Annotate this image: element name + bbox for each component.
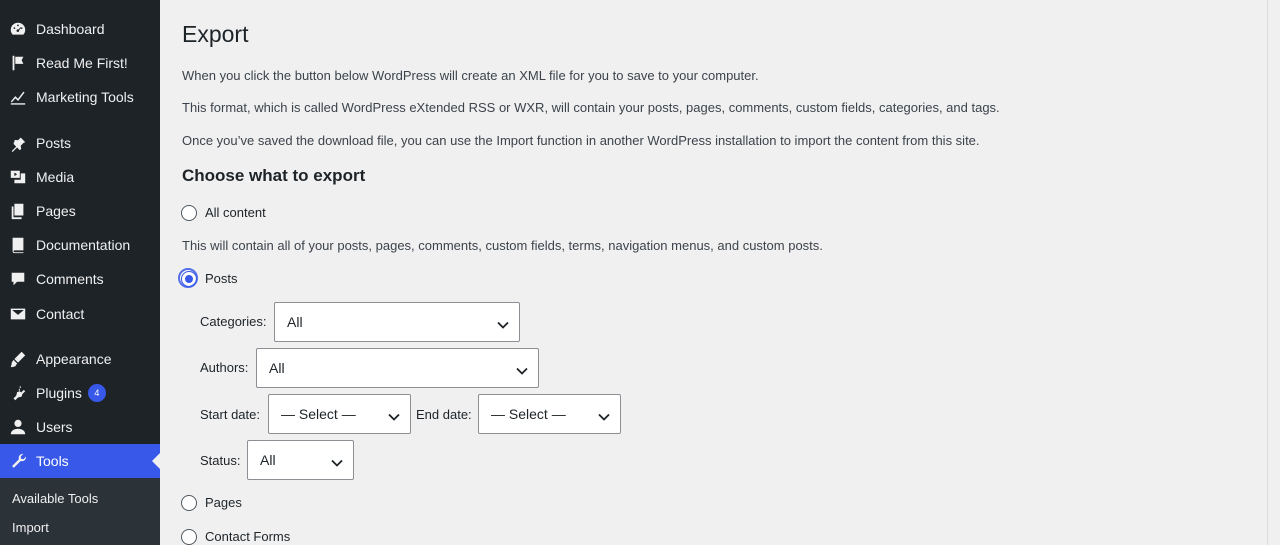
start-date-label: Start date: [200, 407, 260, 422]
sidebar-item-label: Appearance [36, 351, 112, 367]
flag-icon [8, 53, 28, 73]
posts-radio[interactable] [178, 268, 198, 288]
pages-radio[interactable] [181, 495, 197, 511]
update-count-badge: 4 [87, 384, 106, 402]
categories-select-value: All [287, 314, 303, 330]
end-date-label: End date: [416, 407, 472, 422]
sidebar-item-tools[interactable]: Tools [0, 444, 160, 478]
sidebar-item-label: Marketing Tools [36, 89, 134, 105]
section-title: Choose what to export [182, 166, 366, 185]
status-select-value: All [260, 452, 276, 468]
chevron-down-icon [497, 317, 509, 329]
sidebar-item-label: Users [36, 419, 73, 435]
dashboard-icon [8, 19, 28, 39]
sidebar-item-posts[interactable]: Posts [0, 126, 160, 160]
chevron-down-icon [331, 455, 343, 467]
all-content-description: This will contain all of your posts, pag… [182, 238, 823, 253]
all-content-radio[interactable] [181, 205, 197, 221]
sidebar-item-label: Dashboard [36, 21, 105, 37]
sidebar-item-label: Tools [36, 453, 69, 469]
chevron-down-icon [598, 409, 610, 421]
posts-label[interactable]: Posts [205, 271, 238, 286]
plugin-icon [8, 383, 28, 403]
submenu-item-available-tools[interactable]: Available Tools [12, 491, 98, 506]
mail-icon [8, 304, 28, 324]
chevron-down-icon [388, 409, 400, 421]
end-date-select-value: — Select — [491, 406, 566, 422]
sidebar-item-label: Plugins [36, 385, 82, 401]
sidebar-item-appearance[interactable]: Appearance [0, 342, 160, 376]
sidebar-item-label: Media [36, 169, 75, 185]
sidebar-item-label: Posts [36, 135, 72, 151]
book-icon [8, 235, 28, 255]
sidebar-item-label: Comments [36, 271, 104, 287]
admin-sidebar: Dashboard Read Me First! Marketing Tools… [0, 0, 160, 545]
pin-icon [8, 133, 28, 153]
start-date-select[interactable]: — Select — [268, 394, 411, 434]
pages-icon [8, 201, 28, 221]
end-date-select[interactable]: — Select — [478, 394, 621, 434]
all-content-label[interactable]: All content [205, 205, 266, 220]
sidebar-item-label: Pages [36, 203, 76, 219]
authors-select-value: All [269, 360, 285, 376]
authors-label: Authors: [200, 360, 249, 375]
submenu-item-import[interactable]: Import [12, 520, 49, 535]
contact-forms-label[interactable]: Contact Forms [205, 529, 290, 544]
status-select[interactable]: All [247, 440, 354, 480]
sidebar-item-read-me-first[interactable]: Read Me First! [0, 46, 160, 80]
pages-label[interactable]: Pages [205, 495, 242, 510]
sidebar-item-label: Documentation [36, 237, 131, 253]
chart-line-icon [8, 87, 28, 107]
authors-select[interactable]: All [256, 348, 539, 388]
sidebar-item-documentation[interactable]: Documentation [0, 228, 160, 262]
tools-submenu: Available Tools Import [0, 478, 160, 545]
sidebar-item-pages[interactable]: Pages [0, 194, 160, 228]
categories-label: Categories: [200, 314, 267, 329]
media-icon [8, 167, 28, 187]
categories-select[interactable]: All [274, 302, 520, 342]
intro-paragraph-2: This format, which is called WordPress e… [182, 100, 1000, 115]
user-icon [8, 417, 28, 437]
contact-forms-radio[interactable] [181, 529, 197, 545]
start-date-select-value: — Select — [281, 406, 356, 422]
vertical-scrollbar[interactable] [1267, 0, 1280, 545]
sidebar-item-plugins[interactable]: Plugins 4 [0, 376, 160, 410]
sidebar-item-contact[interactable]: Contact [0, 297, 160, 331]
sidebar-item-label: Contact [36, 306, 85, 322]
page-title: Export [182, 21, 249, 47]
intro-paragraph-3: Once you’ve saved the download file, you… [182, 133, 980, 148]
sidebar-item-media[interactable]: Media [0, 160, 160, 194]
sidebar-item-comments[interactable]: Comments [0, 262, 160, 296]
chevron-down-icon [516, 363, 528, 375]
comment-icon [8, 269, 28, 289]
sidebar-item-label: Read Me First! [36, 55, 128, 71]
wrench-icon [8, 451, 28, 471]
intro-paragraph-1: When you click the button below WordPres… [182, 68, 759, 83]
status-label: Status: [200, 453, 241, 468]
brush-icon [8, 349, 28, 369]
sidebar-item-users[interactable]: Users [0, 410, 160, 444]
sidebar-item-marketing-tools[interactable]: Marketing Tools [0, 80, 160, 114]
sidebar-item-dashboard[interactable]: Dashboard [0, 12, 160, 46]
